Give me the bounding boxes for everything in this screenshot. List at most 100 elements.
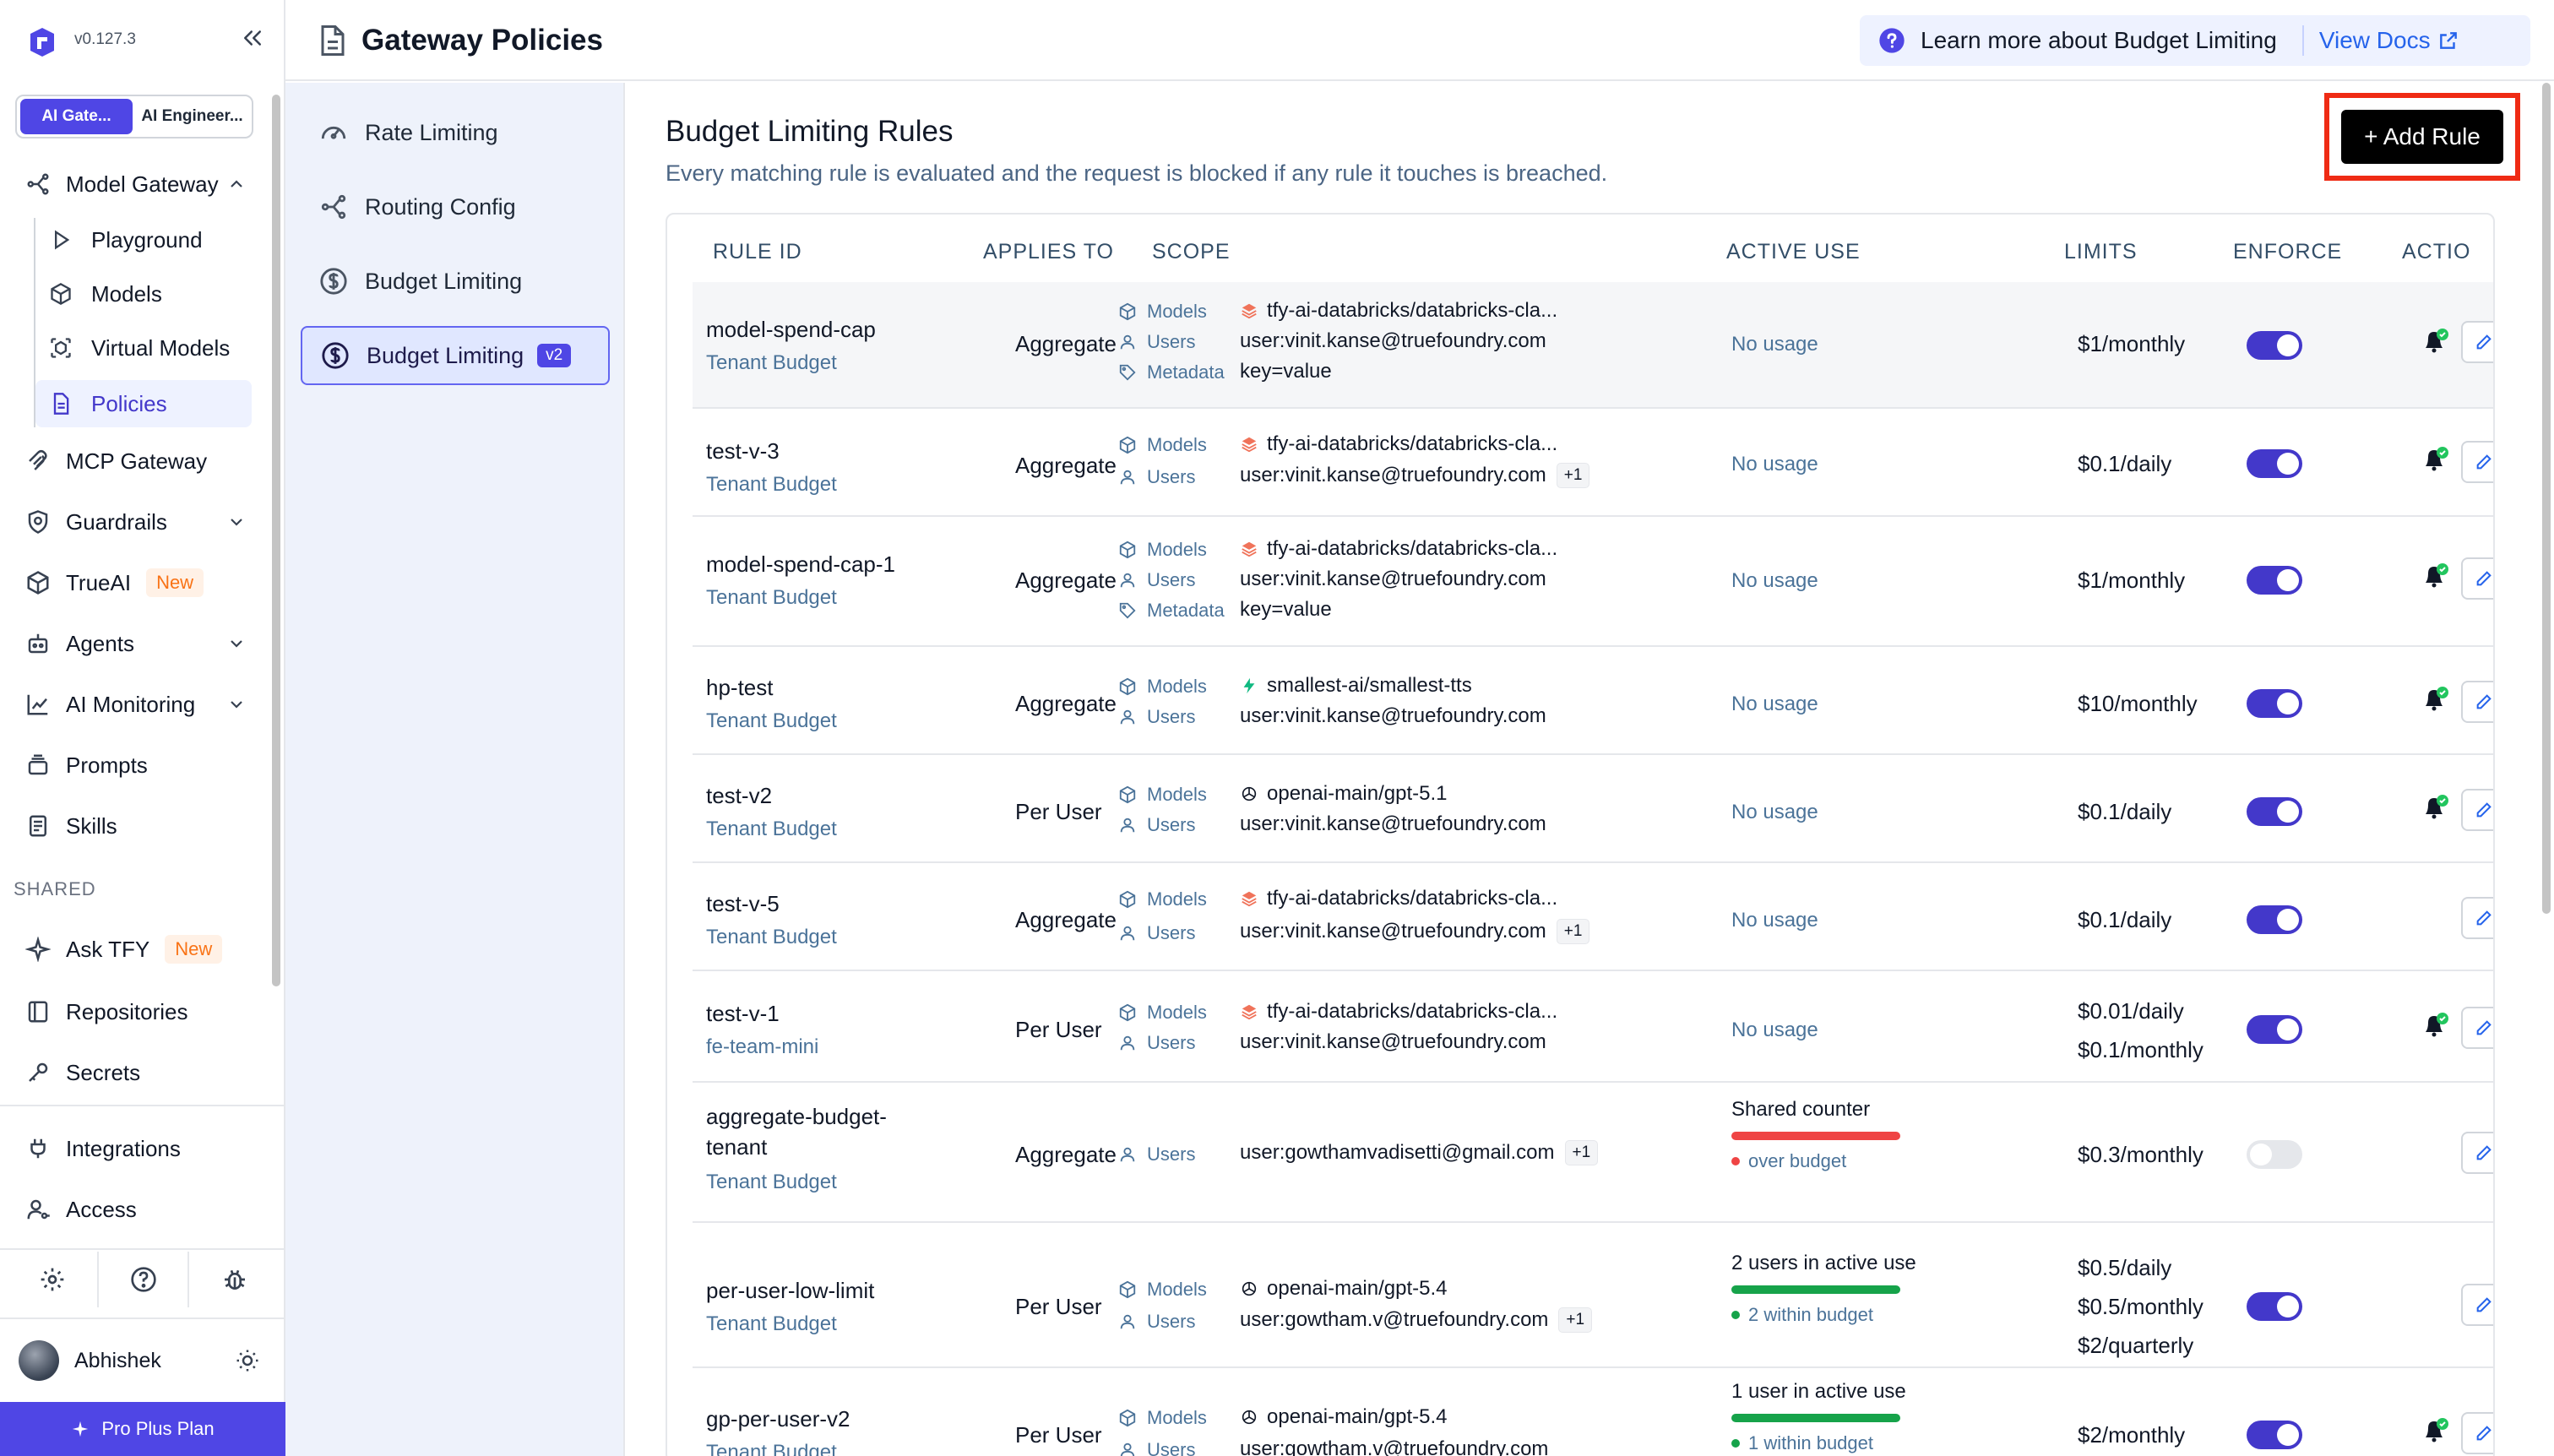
table-row[interactable]: test-v-3 Tenant Budget Aggregate Models … [693,409,2493,517]
enforce-toggle[interactable] [2247,905,2302,934]
table-row[interactable]: aggregate-budget- tenant Tenant Budget A… [693,1083,2493,1223]
alert-bell-icon[interactable] [2419,790,2453,824]
sun-icon[interactable] [235,1348,260,1373]
more-users-badge[interactable]: +1 [1556,463,1590,488]
main-scrollbar[interactable] [2542,83,2551,914]
rule-tag[interactable]: fe-team-mini [706,1035,818,1059]
nav-repositories[interactable]: Repositories [0,988,285,1035]
limit-value: $0.5/daily [2078,1255,2172,1280]
table-row[interactable]: test-v-5 Tenant Budget Aggregate Models … [693,863,2493,971]
nav-virtual-models[interactable]: Virtual Models [35,324,252,372]
enforce-toggle[interactable] [2247,449,2302,478]
enforce-toggle[interactable] [2247,689,2302,718]
alert-bell-icon[interactable] [2419,443,2453,476]
view-docs-link[interactable]: View Docs [2319,27,2459,54]
enforce-toggle[interactable] [2247,1421,2302,1449]
edit-rule-button[interactable] [2461,1412,2493,1454]
enforce-toggle[interactable] [2247,1292,2302,1321]
sidebar-scrollbar[interactable] [272,95,280,986]
nav-secrets[interactable]: Secrets [0,1049,285,1096]
scope-users-label: Users [1118,814,1195,836]
column-header-applies-to: APPLIES TO [983,240,1114,263]
nav-models[interactable]: Models [35,270,252,318]
limit-value: $1/monthly [2078,331,2186,356]
nav-playground[interactable]: Playground [35,216,252,263]
edit-rule-button[interactable] [2461,1284,2493,1326]
nav-label: Guardrails [66,508,167,535]
nav-access[interactable]: Access [0,1186,285,1233]
edit-rule-button[interactable] [2461,1132,2493,1174]
usage-status: 2 within budget [1731,1304,1873,1326]
truefoundry-logo-icon[interactable] [25,25,59,59]
enforce-toggle[interactable] [2247,331,2302,360]
nav-trueai[interactable]: TrueAI New [0,559,285,606]
rule-tag[interactable]: Tenant Budget [706,473,837,497]
scope-models-label: Models [1118,1407,1207,1429]
policy-menu-budget-limiting[interactable]: Budget Limiting [301,252,610,311]
rule-tag[interactable]: Tenant Budget [706,1312,837,1336]
edit-rule-button[interactable] [2461,1007,2493,1049]
enforce-toggle[interactable] [2247,1140,2302,1169]
policy-menu: Rate Limiting Routing Config Budget Limi… [285,83,625,1456]
rule-tag[interactable]: Tenant Budget [706,818,837,841]
pencil-icon [2476,802,2492,818]
user-profile[interactable]: Abhishek [19,1339,272,1382]
nav-guardrails[interactable]: Guardrails [0,498,285,546]
edit-rule-button[interactable] [2461,681,2493,723]
workspace-tab-ai-engineering[interactable]: AI Engineer... [136,99,248,134]
nav-agents[interactable]: Agents [0,620,285,667]
enforce-toggle[interactable] [2247,566,2302,595]
settings-button[interactable] [5,1250,100,1309]
workspace-tab-ai-gateway[interactable]: AI Gate... [20,99,133,134]
rule-tag[interactable]: Tenant Budget [706,709,837,733]
table-row[interactable]: hp-test Tenant Budget Aggregate Models s… [693,647,2493,755]
alert-bell-icon[interactable] [2419,1008,2453,1042]
table-row[interactable]: test-v-1 fe-team-mini Per User Models tf… [693,971,2493,1083]
alert-bell-icon[interactable] [2419,682,2453,716]
nav-ai-monitoring[interactable]: AI Monitoring [0,681,285,728]
user-icon [1120,470,1135,485]
edit-rule-button[interactable] [2461,321,2493,363]
collapse-sidebar-icon[interactable] [240,25,265,51]
table-row[interactable]: model-spend-cap Tenant Budget Aggregate … [693,282,2493,409]
nav-mcp-gateway[interactable]: MCP Gateway [0,437,285,485]
policy-menu-routing-config[interactable]: Routing Config [301,177,610,236]
more-users-badge[interactable]: +1 [1556,919,1590,944]
more-users-badge[interactable]: +1 [1558,1307,1593,1333]
rule-tag[interactable]: Tenant Budget [706,1171,837,1194]
help-button[interactable] [96,1250,191,1309]
bug-report-button[interactable] [187,1250,282,1309]
table-row[interactable]: model-spend-cap-1 Tenant Budget Aggregat… [693,517,2493,647]
rule-tag[interactable]: Tenant Budget [706,351,837,375]
alert-bell-icon[interactable] [2419,1414,2453,1448]
rule-tag[interactable]: Tenant Budget [706,586,837,610]
alert-bell-icon[interactable] [2419,324,2453,358]
plan-button[interactable]: Pro Plus Plan [0,1402,285,1456]
rule-tag[interactable]: Tenant Budget [706,1441,837,1456]
edit-rule-button[interactable] [2461,557,2493,600]
add-rule-button[interactable]: + Add Rule [2341,110,2503,164]
table-row[interactable]: test-v2 Tenant Budget Per User Models op… [693,755,2493,863]
nav-skills[interactable]: Skills [0,802,285,850]
nav-prompts[interactable]: Prompts [0,742,285,789]
edit-rule-button[interactable] [2461,441,2493,483]
more-users-badge[interactable]: +1 [1564,1140,1599,1165]
table-row[interactable]: per-user-low-limit Tenant Budget Per Use… [693,1223,2493,1368]
policy-menu-budget-limiting-v2[interactable]: Budget Limiting v2 [301,326,610,385]
nav-policies[interactable]: Policies [35,380,252,427]
policy-menu-rate-limiting[interactable]: Rate Limiting [301,103,610,162]
nav-model-gateway[interactable]: Model Gateway [0,160,285,208]
table-row[interactable]: gp-per-user-v2 Tenant Budget Per User Mo… [693,1368,2493,1456]
rule-tag[interactable]: Tenant Budget [706,926,837,949]
enforce-toggle[interactable] [2247,1015,2302,1044]
nav-ask-tfy[interactable]: Ask TFY New [0,926,285,973]
edit-rule-button[interactable] [2461,897,2493,939]
alert-bell-icon[interactable] [2419,559,2453,593]
external-link-icon [2439,32,2457,49]
nav-integrations[interactable]: Integrations [0,1125,285,1172]
scope-models-label: Models [1118,434,1207,456]
help-circle-icon [131,1267,156,1292]
nav-label: Access [66,1196,137,1222]
edit-rule-button[interactable] [2461,789,2493,831]
enforce-toggle[interactable] [2247,797,2302,826]
